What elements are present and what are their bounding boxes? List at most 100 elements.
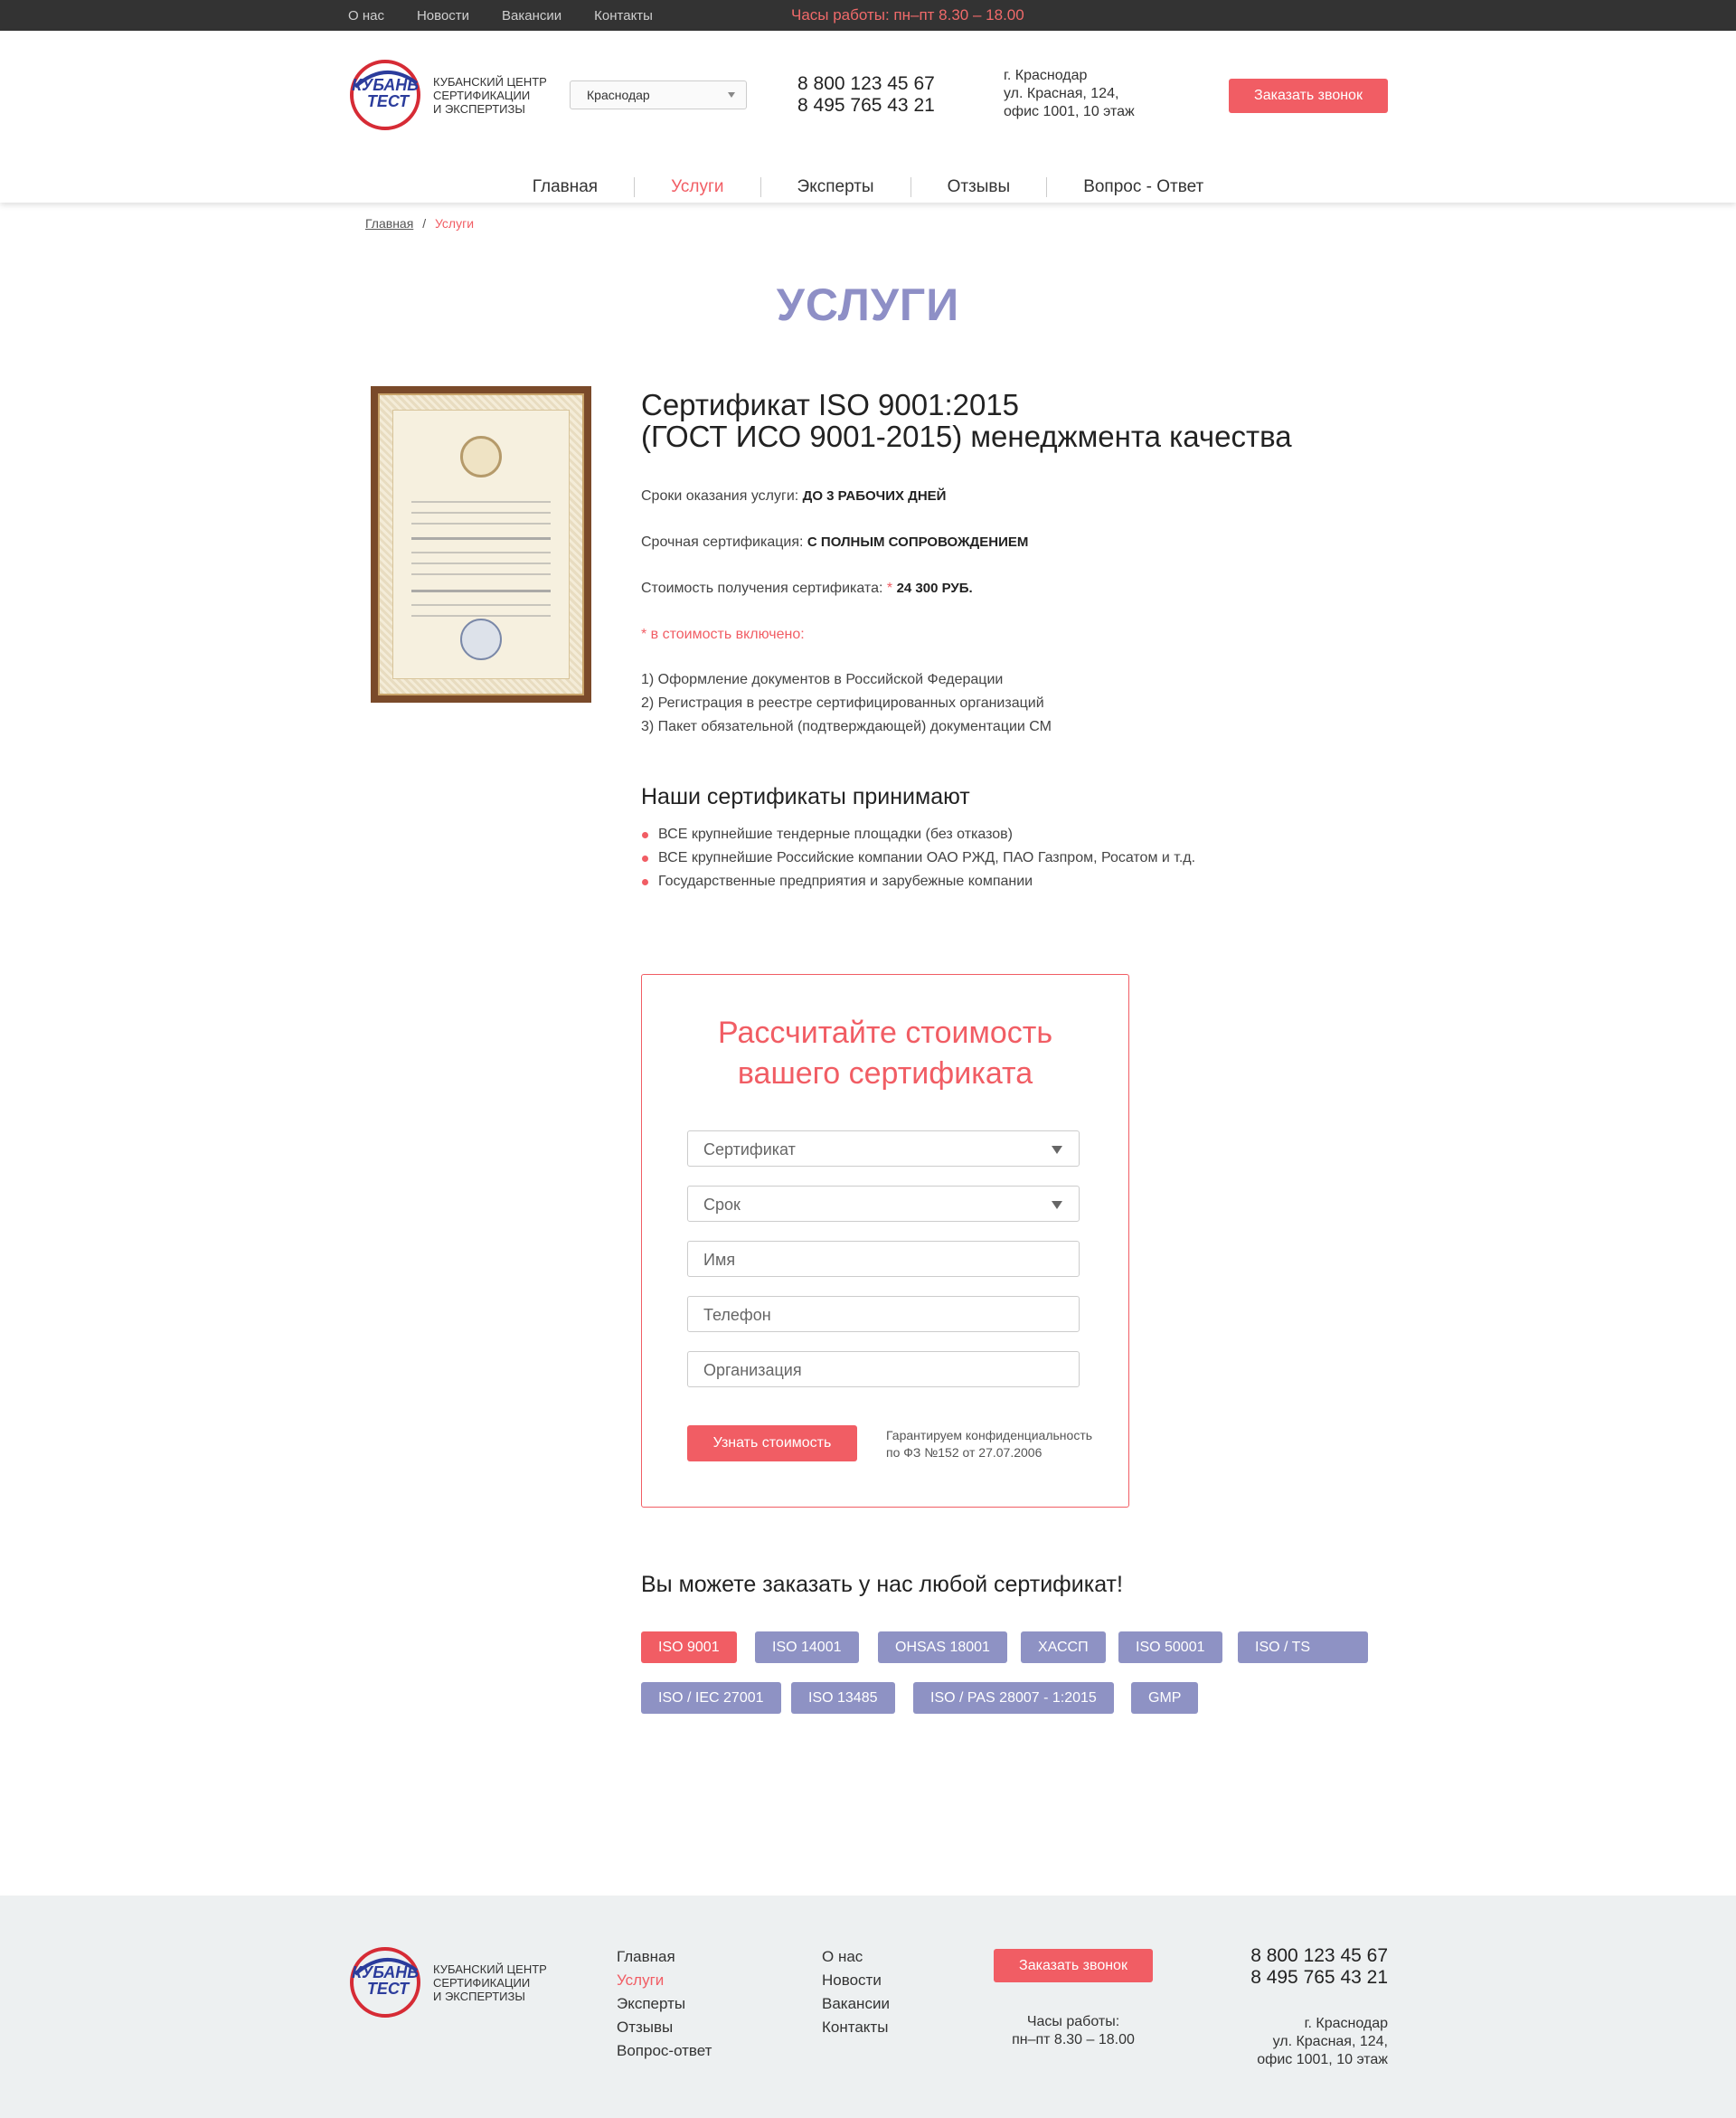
topbar-link-vacancies[interactable]: Вакансии: [502, 8, 561, 24]
name-input[interactable]: Имя: [687, 1241, 1080, 1277]
breadcrumb-separator: /: [422, 216, 427, 231]
main-nav: Главная Услуги Эксперты Отзывы Вопрос - …: [348, 177, 1388, 197]
footer-link-reviews[interactable]: Отзывы: [617, 2016, 712, 2039]
nav-item-services[interactable]: Услуги: [635, 177, 761, 197]
term-select-placeholder: Срок: [703, 1196, 741, 1214]
term-select[interactable]: Срок: [687, 1186, 1080, 1222]
tag-iso-50001[interactable]: ISO 50001: [1118, 1631, 1222, 1663]
included-item: 1) Оформление документов в Российской Фе…: [641, 672, 1004, 687]
company-name-line: И ЭКСПЕРТИЗЫ: [433, 101, 525, 116]
footer-order-call-button[interactable]: Заказать звонок: [994, 1949, 1153, 1982]
calculator-title: Рассчитайте стоимость вашего сертификата: [642, 1013, 1128, 1094]
footer-link-contacts[interactable]: Контакты: [822, 2016, 890, 2039]
phone-input[interactable]: Телефон: [687, 1296, 1080, 1332]
logo-word-1: КУБАНЬ: [352, 1963, 419, 1981]
footer-link-vacancies[interactable]: Вакансии: [822, 1992, 890, 2016]
accept-title: Наши сертификаты принимают: [641, 784, 970, 809]
nav-item-reviews[interactable]: Отзывы: [911, 177, 1048, 197]
footer-link-experts[interactable]: Эксперты: [617, 1992, 712, 2016]
topbar-link-contacts[interactable]: Контакты: [594, 8, 653, 24]
header: КУБАНЬ ТЕСТ КУБАНСКИЙ ЦЕНТР СЕРТИФИКАЦИИ…: [0, 31, 1736, 203]
tag-iso-pas-28007[interactable]: ISO / PAS 28007 - 1:2015: [913, 1682, 1114, 1714]
tag-iso-iec-27001[interactable]: ISO / IEC 27001: [641, 1682, 781, 1714]
logo-mark: КУБАНЬ ТЕСТ: [348, 58, 422, 132]
certificate-paper: [392, 410, 570, 679]
service-price-value: 24 300 РУБ.: [896, 581, 973, 596]
company-name-line: КУБАНСКИЙ ЦЕНТР: [433, 1962, 547, 1976]
company-name-line: И ЭКСПЕРТИЗЫ: [433, 1989, 525, 2003]
footer-phone-2[interactable]: 8 495 765 43 21: [1250, 1967, 1388, 1989]
phone-1[interactable]: 8 800 123 45 67: [797, 73, 935, 95]
tag-iso-13485[interactable]: ISO 13485: [791, 1682, 895, 1714]
nav-item-home[interactable]: Главная: [496, 177, 636, 197]
footer-hours-line: пн–пт 8.30 – 18.00: [1012, 2032, 1135, 2047]
logo[interactable]: КУБАНЬ ТЕСТ КУБАНСКИЙ ЦЕНТР СЕРТИФИКАЦИИ…: [348, 58, 547, 132]
nav-item-experts[interactable]: Эксперты: [761, 177, 911, 197]
included-note: * в стоимость включено:: [641, 627, 805, 642]
get-price-button[interactable]: Узнать стоимость: [687, 1425, 857, 1461]
organization-input[interactable]: Организация: [687, 1351, 1080, 1387]
breadcrumb-home[interactable]: Главная: [365, 216, 413, 231]
footer-link-news[interactable]: Новости: [822, 1969, 890, 1992]
address-line: ул. Красная, 124,: [1272, 2034, 1388, 2049]
service-urgent-value: С ПОЛНЫМ СОПРОВОЖДЕНИЕМ: [807, 534, 1029, 550]
certificate-text-line: [411, 590, 551, 592]
tag-gmp[interactable]: GMP: [1131, 1682, 1199, 1714]
address-line: офис 1001, 10 этаж: [1257, 2052, 1388, 2067]
company-name: КУБАНСКИЙ ЦЕНТР СЕРТИФИКАЦИИ И ЭКСПЕРТИЗ…: [433, 75, 547, 116]
phone-2[interactable]: 8 495 765 43 21: [797, 95, 935, 117]
included-item: 3) Пакет обязательной (подтверждающей) д…: [641, 719, 1052, 734]
nav-item-faq[interactable]: Вопрос - Ответ: [1047, 177, 1240, 197]
certificate-text-line: [411, 537, 551, 540]
header-address: г. Краснодар ул. Красная, 124, офис 1001…: [1004, 67, 1135, 121]
footer-link-services[interactable]: Услуги: [617, 1969, 712, 1992]
working-hours: Часы работы: пн–пт 8.30 – 18.00: [791, 6, 1024, 24]
footer-link-about[interactable]: О нас: [822, 1945, 890, 1969]
certificate-emblem-icon: [460, 436, 502, 477]
certificate-image[interactable]: [371, 386, 591, 703]
tag-ohsas-18001[interactable]: OHSAS 18001: [878, 1631, 1007, 1663]
accept-item: ВСЕ крупнейшие тендерные площадки (без о…: [641, 823, 1364, 846]
price-calculator-form: Рассчитайте стоимость вашего сертификата…: [641, 974, 1129, 1508]
service-price: Стоимость получения сертификата: * 24 30…: [641, 581, 1364, 597]
footer: КУБАНЬ ТЕСТ КУБАНСКИЙ ЦЕНТР СЕРТИФИКАЦИИ…: [0, 1896, 1736, 2118]
tag-iso-9001[interactable]: ISO 9001: [641, 1631, 737, 1663]
topbar-link-about[interactable]: О нас: [348, 8, 384, 24]
tag-iso-14001[interactable]: ISO 14001: [755, 1631, 859, 1663]
chevron-down-icon: [1052, 1201, 1062, 1209]
included-list: 1) Оформление документов в Российской Фе…: [641, 668, 1364, 739]
privacy-note: Гарантируем конфиденциальность по ФЗ №15…: [886, 1427, 1092, 1461]
calculator-title-line: вашего сертификата: [737, 1056, 1033, 1091]
header-phones: 8 800 123 45 67 8 495 765 43 21: [797, 73, 935, 117]
privacy-note-line: по ФЗ №152 от 27.07.2006: [886, 1445, 1043, 1460]
certificate-text-line: [411, 615, 551, 617]
footer-phones: 8 800 123 45 67 8 495 765 43 21: [1250, 1945, 1388, 1989]
breadcrumb-current: Услуги: [434, 216, 475, 231]
accept-list: ВСЕ крупнейшие тендерные площадки (без о…: [641, 823, 1364, 894]
city-select[interactable]: Краснодар: [570, 80, 747, 109]
certificate-select-placeholder: Сертификат: [703, 1140, 796, 1158]
order-call-button[interactable]: Заказать звонок: [1229, 79, 1388, 113]
footer-link-home[interactable]: Главная: [617, 1945, 712, 1969]
tag-haccp[interactable]: ХАССП: [1021, 1631, 1106, 1663]
footer-nav-main: Главная Услуги Эксперты Отзывы Вопрос-от…: [617, 1945, 712, 2063]
footer-link-faq[interactable]: Вопрос-ответ: [617, 2039, 712, 2063]
topbar-link-news[interactable]: Новости: [417, 8, 469, 24]
company-name: КУБАНСКИЙ ЦЕНТР СЕРТИФИКАЦИИ И ЭКСПЕРТИЗ…: [433, 1962, 547, 2003]
service-title: Сертификат ISO 9001:2015 (ГОСТ ИСО 9001-…: [641, 389, 1364, 452]
company-name-line: СЕРТИФИКАЦИИ: [433, 1975, 531, 1990]
chevron-down-icon: [728, 92, 735, 98]
tag-iso-ts-16949[interactable]: ISO / TS 16949: [1238, 1631, 1368, 1687]
footer-phone-1[interactable]: 8 800 123 45 67: [1250, 1945, 1388, 1967]
footer-address: г. Краснодар ул. Красная, 124, офис 1001…: [1257, 2015, 1388, 2069]
service-price-label: Стоимость получения сертификата:: [641, 581, 883, 596]
service-price-star: *: [886, 581, 893, 596]
calculator-title-line: Рассчитайте стоимость: [717, 1016, 1053, 1050]
certificate-select[interactable]: Сертификат: [687, 1130, 1080, 1167]
footer-hours-line: Часы работы:: [1026, 2014, 1120, 2029]
certificate-text-line: [411, 573, 551, 575]
footer-logo[interactable]: КУБАНЬ ТЕСТ КУБАНСКИЙ ЦЕНТР СЕРТИФИКАЦИИ…: [348, 1945, 547, 2019]
certificate-seal-icon: [460, 619, 502, 660]
chevron-down-icon: [1052, 1146, 1062, 1154]
order-title: Вы можете заказать у нас любой сертифика…: [641, 1572, 1123, 1597]
